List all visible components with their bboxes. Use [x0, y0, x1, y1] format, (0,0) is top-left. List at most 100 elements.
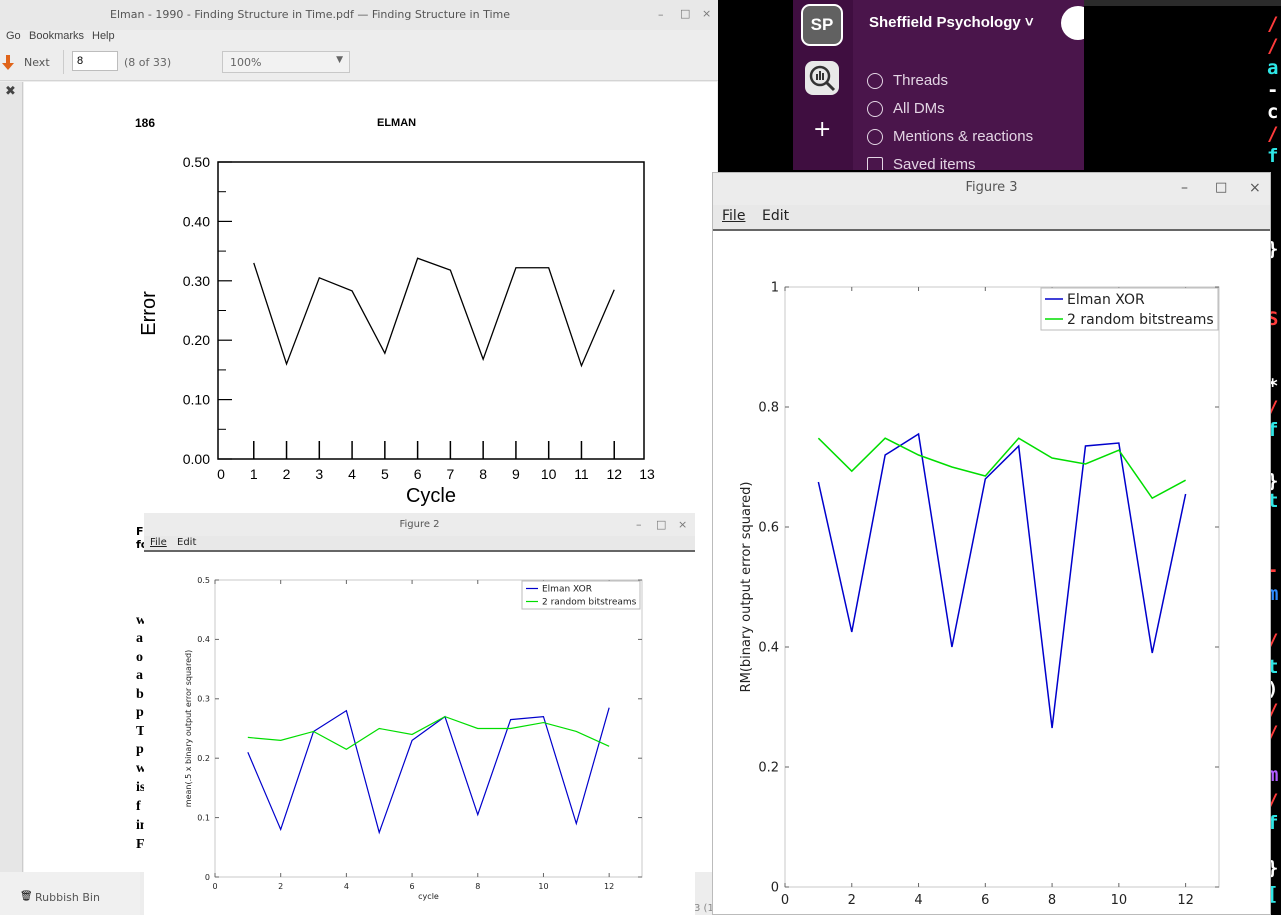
pdf-titlebar: Elman - 1990 - Finding Structure in Time…	[0, 0, 718, 31]
page-number-input[interactable]	[72, 51, 118, 71]
y-tick-label: 0	[771, 881, 779, 896]
y-tick-label: 0.3	[197, 695, 210, 704]
file-sidebar: 🗑 Rubbish Bin	[0, 872, 140, 915]
y-tick-label: 0.10	[183, 392, 210, 408]
y-tick-label: 0.50	[183, 154, 210, 170]
x-tick-label: 4	[344, 882, 349, 891]
legend-label: 2 random bitstreams	[1067, 312, 1214, 328]
legend-label: 2 random bitstreams	[542, 598, 637, 608]
y-axis-label: RM(binary output error squared)	[739, 482, 754, 693]
x-tick-label: 12	[1177, 893, 1194, 908]
body-text-fragment: o	[136, 650, 143, 665]
nav-threads[interactable]: Threads	[867, 72, 948, 89]
x-tick-label: 2	[278, 882, 283, 891]
terminal-line: a	[1267, 57, 1279, 79]
next-button[interactable]: Next	[24, 56, 50, 69]
x-tick-label: 8	[479, 466, 487, 482]
pdf-figure-chart: 0.000.100.200.300.400.500 1 2 3 4 5 6 7 8 9 10 11 12…	[138, 154, 655, 507]
y-tick-label: 0.4	[197, 635, 210, 644]
workspace-name[interactable]: Sheffield Psychology ˅	[869, 14, 1034, 31]
x-tick-label: 5	[381, 466, 389, 482]
body-text-fragment: a	[136, 668, 143, 683]
y-tick-label: 0.40	[183, 213, 210, 229]
dropdown-arrow-icon: ▼	[336, 55, 343, 65]
y-tick-label: 0.2	[758, 761, 779, 776]
slack-window: SP + Sheffield Psychology ˅ Threads All …	[793, 0, 1084, 170]
body-text-fragment: p	[136, 705, 144, 720]
pdf-menubar: Go Bookmarks Help	[0, 30, 718, 44]
figure-2-chart: 0 0.1 0.2 0.3 0.4 0.5 0 2 4 6 8 10 12 cycle mean(.5 x …	[184, 576, 643, 901]
at-icon	[867, 128, 883, 145]
y-tick-label: 0.2	[197, 754, 210, 763]
x-tick-label: 0	[217, 466, 225, 482]
minimize-button[interactable]: –	[658, 8, 664, 21]
menu-bookmarks[interactable]: Bookmarks	[29, 30, 84, 42]
x-tick-label: 10	[538, 882, 548, 891]
terminal-line: /	[1267, 123, 1279, 145]
terminal-line: f	[1267, 145, 1279, 167]
x-tick-label: 2	[283, 466, 291, 482]
x-tick-label: 4	[348, 466, 356, 482]
x-tick-label: 6	[414, 466, 422, 482]
y-tick-label: 0	[205, 873, 210, 882]
maximize-button[interactable]: □	[680, 7, 690, 20]
pdf-toolbar: Next (8 of 33) 100%▼	[0, 46, 718, 81]
close-button[interactable]: ×	[702, 7, 711, 20]
add-workspace-button[interactable]: +	[813, 118, 831, 142]
y-tick-label: 0.4	[758, 641, 779, 656]
x-tick-label: 2	[848, 893, 856, 908]
x-tick-label: 0	[212, 882, 217, 891]
x-tick-label: 8	[475, 882, 480, 891]
figure-2-window: Figure 2 – □ × File Edit 0 0.1 0.2 0.3 0.4 0.…	[144, 513, 695, 915]
zoom-select[interactable]: 100% ▼	[222, 51, 350, 73]
workspace-icon[interactable]	[805, 61, 839, 95]
x-tick-label: 10	[541, 466, 557, 482]
y-tick-label: 0.5	[197, 576, 210, 585]
terminal-menubar	[1084, 0, 1281, 6]
y-tick-label: 0.6	[758, 521, 779, 536]
y-tick-label: 0.1	[197, 813, 210, 822]
threads-icon	[867, 72, 883, 89]
plot-frame	[784, 286, 1220, 888]
x-tick-label: 12	[604, 882, 614, 891]
arrow-down-icon[interactable]	[2, 55, 14, 71]
sidebar-panel: ✖	[0, 82, 23, 915]
nav-all-dms[interactable]: All DMs	[867, 100, 945, 117]
body-text-fragment: b	[136, 687, 144, 702]
close-sidebar-icon[interactable]: ✖	[5, 84, 16, 99]
x-tick-label: 11	[574, 466, 589, 482]
legend-label: Elman XOR	[1067, 292, 1145, 308]
terminal-line: c	[1267, 101, 1279, 123]
x-tick-label: 12	[606, 466, 622, 482]
workspace-avatar[interactable]: SP	[801, 4, 843, 46]
x-tick-label: 4	[914, 893, 922, 908]
rubbish-bin-item[interactable]: Rubbish Bin	[35, 891, 100, 904]
y-axis-label: mean(.5 x binary output error squared)	[184, 650, 193, 807]
terminal-line: /	[1267, 13, 1279, 35]
x-axis-label: Cycle	[406, 485, 456, 507]
body-text-fragment: p	[136, 742, 144, 757]
body-text-fragment: a	[136, 631, 143, 646]
y-tick-label: 0.00	[183, 451, 210, 467]
body-text-fragment: f	[136, 799, 141, 814]
terminal-line: /	[1267, 35, 1279, 57]
menu-help[interactable]: Help	[92, 30, 115, 42]
toolbar-divider	[63, 50, 64, 74]
nav-mentions[interactable]: Mentions & reactions	[867, 128, 1033, 145]
error-line	[253, 257, 615, 368]
x-tick-label: 8	[1048, 893, 1056, 908]
compose-icon[interactable]	[1061, 6, 1084, 40]
x-tick-label: 10	[1111, 893, 1128, 908]
nav-saved[interactable]: Saved items	[867, 156, 976, 170]
x-tick-label: 9	[512, 466, 520, 482]
bookmark-icon	[867, 156, 883, 170]
page-count: (8 of 33)	[124, 56, 172, 69]
menu-go[interactable]: Go	[6, 30, 21, 42]
legend-label: Elman XOR	[542, 585, 592, 595]
x-tick-label: 6	[410, 882, 415, 891]
dms-icon	[867, 100, 883, 117]
x-axis-label: cycle	[418, 892, 439, 901]
x-tick-label: 6	[981, 893, 989, 908]
x-tick-label: 1	[250, 466, 258, 482]
x-tick-label: 7	[446, 466, 454, 482]
